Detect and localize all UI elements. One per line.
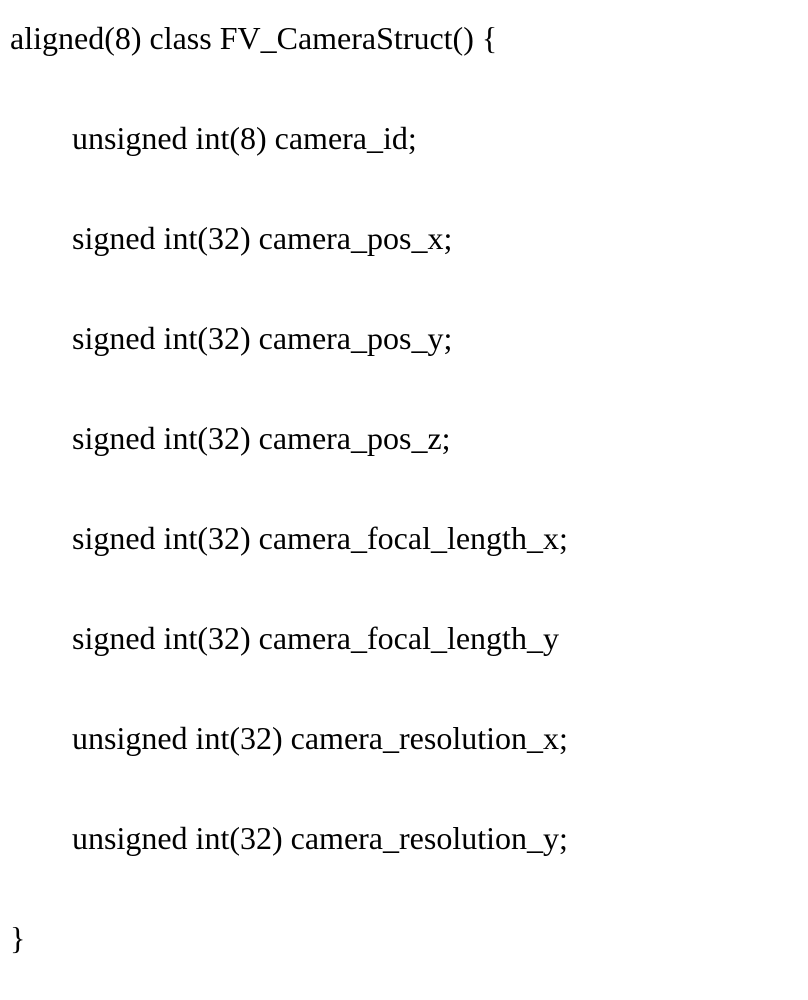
code-line-member: signed int(32) camera_pos_y; bbox=[10, 322, 798, 354]
code-line-member: signed int(32) camera_pos_z; bbox=[10, 422, 798, 454]
code-line-close-brace: } bbox=[10, 922, 798, 954]
code-line-member: unsigned int(8) camera_id; bbox=[10, 122, 798, 154]
code-line-member: signed int(32) camera_focal_length_y bbox=[10, 622, 798, 654]
code-line-member: signed int(32) camera_focal_length_x; bbox=[10, 522, 798, 554]
code-block: aligned(8) class FV_CameraStruct() { uns… bbox=[0, 0, 808, 964]
code-line-member: signed int(32) camera_pos_x; bbox=[10, 222, 798, 254]
code-line-member: unsigned int(32) camera_resolution_x; bbox=[10, 722, 798, 754]
code-line-member: unsigned int(32) camera_resolution_y; bbox=[10, 822, 798, 854]
code-line-declaration: aligned(8) class FV_CameraStruct() { bbox=[10, 22, 798, 54]
